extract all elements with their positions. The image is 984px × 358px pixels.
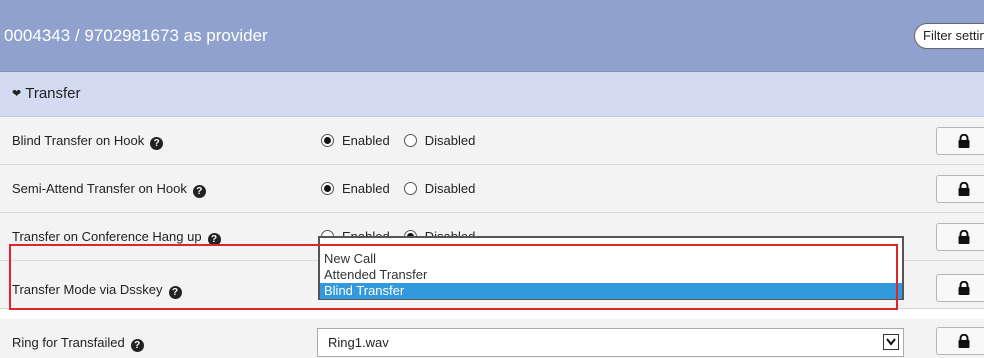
setting-row-ring-for-transfailed: Ring for Transfailed? Ring1.wav <box>0 319 984 358</box>
ring-select-value: Ring1.wav <box>328 335 389 350</box>
radio-disabled-label: Disabled <box>424 181 476 196</box>
radio-disabled[interactable] <box>403 134 417 147</box>
ring-select[interactable]: Ring1.wav <box>317 328 904 357</box>
lock-icon <box>958 134 970 148</box>
help-icon[interactable]: ? <box>192 185 206 198</box>
setting-row-semi-attend-transfer-on-hook: Semi-Attend Transfer on Hook? Enabled Di… <box>0 165 984 213</box>
lock-button[interactable] <box>936 175 984 203</box>
lock-icon <box>958 230 970 244</box>
radio-group: Enabled Disabled <box>321 117 489 164</box>
help-icon[interactable]: ? <box>130 339 144 352</box>
lock-button[interactable] <box>936 223 984 251</box>
lock-icon <box>958 182 970 196</box>
radio-disabled-label: Disabled <box>424 133 476 148</box>
section-header-transfer[interactable]: ❤ Transfer <box>0 72 984 117</box>
setting-row-blind-transfer-on-hook: Blind Transfer on Hook? Enabled Disabled <box>0 117 984 165</box>
caret-down-icon[interactable] <box>883 334 899 350</box>
setting-label: Ring for Transfailed <box>12 335 125 350</box>
setting-label: Transfer Mode via Dsskey <box>12 282 163 297</box>
help-icon[interactable]: ? <box>150 137 164 150</box>
chevron-down-icon: ❤ <box>12 88 22 100</box>
setting-label: Blind Transfer on Hook <box>12 133 145 148</box>
lock-button[interactable] <box>936 274 984 302</box>
setting-label: Transfer on Conference Hang up <box>12 229 202 244</box>
radio-group: Enabled Disabled <box>321 165 489 212</box>
help-icon[interactable]: ? <box>207 233 221 246</box>
lock-icon <box>958 334 970 348</box>
lock-button[interactable] <box>936 127 984 155</box>
radio-enabled[interactable] <box>321 134 334 147</box>
filter-settings-button[interactable]: Filter settings <box>914 23 984 49</box>
page-header: 0004343 / 9702981673 as provider Filter … <box>0 0 984 72</box>
dropdown-option-blind-transfer[interactable]: Blind Transfer <box>320 283 902 299</box>
setting-label: Semi-Attend Transfer on Hook <box>12 181 187 196</box>
radio-enabled[interactable] <box>321 182 334 195</box>
section-title: Transfer <box>25 85 81 102</box>
help-icon[interactable]: ? <box>168 286 182 299</box>
dropdown-option-attended-transfer[interactable]: Attended Transfer <box>320 267 902 283</box>
radio-enabled-label: Enabled <box>342 181 390 196</box>
lock-icon <box>958 281 970 295</box>
lock-button[interactable] <box>936 327 984 355</box>
app-frame: 0004343 / 9702981673 as provider Filter … <box>0 0 984 358</box>
dropdown-option-new-call[interactable]: New Call <box>320 251 902 267</box>
radio-disabled[interactable] <box>403 182 417 195</box>
transfer-mode-dropdown-list[interactable]: New Call Attended Transfer Blind Transfe… <box>318 236 904 300</box>
radio-enabled-label: Enabled <box>342 133 390 148</box>
page-title: 0004343 / 9702981673 as provider <box>4 26 268 45</box>
